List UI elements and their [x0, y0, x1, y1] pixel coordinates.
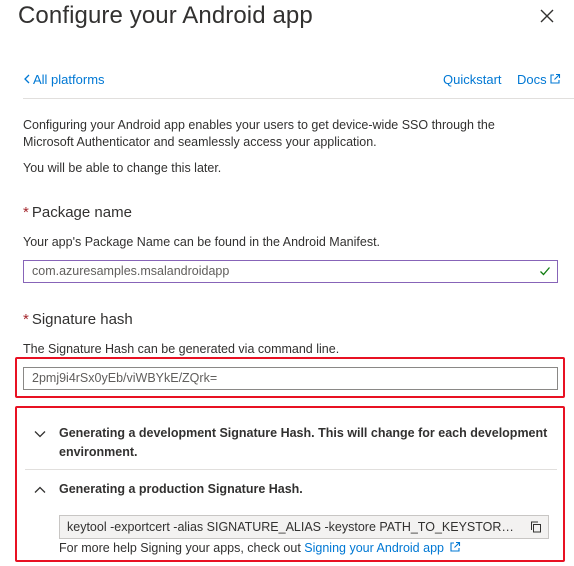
panel-title: Configure your Android app: [18, 2, 313, 29]
all-platforms-label: All platforms: [33, 72, 105, 87]
package-name-label: * Package name: [23, 204, 132, 221]
signature-hash-label-text: Signature hash: [31, 311, 133, 328]
quickstart-link[interactable]: Quickstart: [443, 72, 502, 87]
chevron-left-icon: [24, 74, 30, 84]
header-divider: [23, 98, 574, 99]
docs-label: Docs: [517, 72, 547, 87]
close-icon[interactable]: [538, 7, 556, 25]
signature-hash-label: * Signature hash: [23, 311, 133, 328]
signing-help-text: For more help Signing your apps, check o…: [59, 541, 461, 555]
signing-link-label: Signing your Android app: [304, 541, 444, 555]
dev-signature-title: Generating a development Signature Hash.…: [59, 426, 548, 459]
signature-hash-input[interactable]: 2pmj9i4rSx0yEb/viWBYkE/ZQrk=: [23, 367, 558, 390]
chevron-down-icon: [34, 431, 46, 438]
intro-note: You will be able to change this later.: [23, 161, 222, 175]
external-link-icon: [550, 73, 560, 84]
all-platforms-link[interactable]: All platforms: [23, 72, 105, 87]
dev-signature-accordion-header[interactable]: Generating a development Signature Hash.…: [25, 424, 557, 464]
signing-android-app-link[interactable]: Signing your Android app: [304, 541, 461, 555]
keytool-command-box[interactable]: keytool -exportcert -alias SIGNATURE_ALI…: [59, 515, 549, 539]
intro-description: Configuring your Android app enables you…: [23, 118, 495, 149]
external-link-icon: [450, 541, 461, 552]
copy-icon[interactable]: [530, 521, 542, 533]
package-name-value: com.azuresamples.msalandroidapp: [32, 264, 230, 278]
required-mark: *: [23, 311, 29, 328]
accordion-divider: [25, 469, 557, 470]
prod-signature-accordion-header[interactable]: Generating a production Signature Hash.: [25, 480, 557, 500]
signing-help-prefix: For more help Signing your apps, check o…: [59, 541, 301, 555]
package-name-helper: Your app's Package Name can be found in …: [23, 235, 381, 249]
check-icon: [540, 267, 550, 276]
chevron-up-icon: [34, 486, 46, 493]
signature-hash-value: 2pmj9i4rSx0yEb/viWBYkE/ZQrk=: [32, 371, 218, 385]
required-mark: *: [23, 204, 29, 221]
docs-link[interactable]: Docs: [517, 72, 561, 87]
package-name-label-text: Package name: [31, 204, 132, 221]
signature-hash-helper: The Signature Hash can be generated via …: [23, 342, 340, 356]
keytool-command-text: keytool -exportcert -alias SIGNATURE_ALI…: [67, 520, 548, 534]
package-name-input[interactable]: com.azuresamples.msalandroidapp: [23, 260, 558, 283]
prod-signature-title: Generating a production Signature Hash.: [59, 482, 303, 496]
